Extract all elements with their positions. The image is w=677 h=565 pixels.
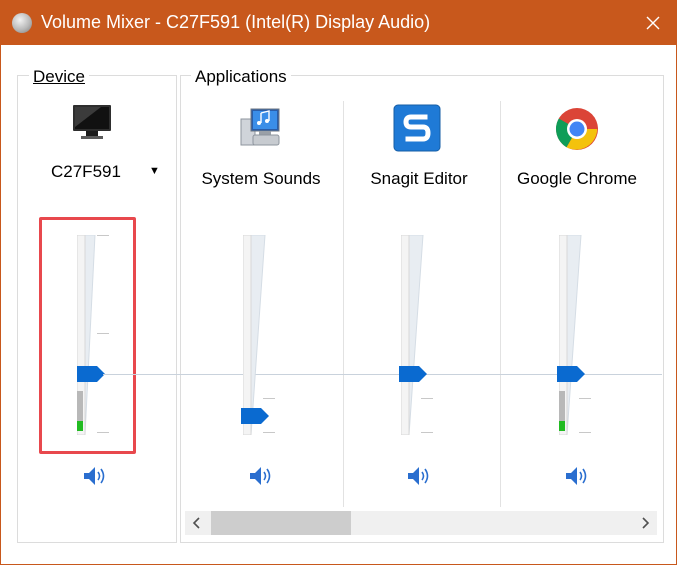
scroll-right-button[interactable] bbox=[633, 511, 657, 535]
close-icon bbox=[646, 16, 660, 30]
applications-group-label: Applications bbox=[191, 67, 291, 87]
slider-track bbox=[401, 235, 424, 435]
slider-tick bbox=[263, 398, 275, 399]
system-sounds-mute-button[interactable] bbox=[247, 463, 273, 489]
slider-tick bbox=[421, 432, 433, 433]
mixer-content: Device C27F591 ▼ Applications System Sou… bbox=[1, 45, 676, 564]
slider-thumb[interactable] bbox=[557, 366, 587, 382]
column-divider bbox=[500, 101, 501, 507]
scroll-thumb[interactable] bbox=[211, 511, 351, 535]
dropdown-icon: ▼ bbox=[149, 165, 160, 177]
peak-meter bbox=[559, 421, 565, 431]
slider-tick bbox=[421, 398, 433, 399]
device-mute-button[interactable] bbox=[81, 463, 107, 489]
app-name-snagit-editor: Snagit Editor bbox=[370, 169, 468, 188]
chrome-icon bbox=[555, 108, 598, 150]
close-button[interactable] bbox=[630, 1, 676, 45]
horizontal-scrollbar[interactable] bbox=[185, 511, 657, 535]
device-name: C27F591 bbox=[51, 162, 121, 181]
system-sounds-icon bbox=[240, 108, 280, 146]
chevron-left-icon bbox=[192, 517, 200, 529]
chrome-volume-slider[interactable] bbox=[557, 235, 619, 445]
device-select[interactable]: C27F591 ▼ bbox=[51, 162, 171, 182]
annotation-highlight-box bbox=[39, 217, 136, 454]
slider-thumb[interactable] bbox=[399, 366, 429, 382]
slider-tick bbox=[579, 398, 591, 399]
column-divider bbox=[343, 101, 344, 507]
app-name-google-chrome: Google Chrome bbox=[516, 169, 637, 188]
chevron-right-icon bbox=[642, 517, 650, 529]
slider-tick bbox=[263, 432, 275, 433]
volume-mixer-window: Volume Mixer - C27F591 (Intel(R) Display… bbox=[0, 0, 677, 565]
system-sounds-volume-slider[interactable] bbox=[241, 235, 303, 445]
snagit-volume-slider[interactable] bbox=[399, 235, 461, 445]
scroll-left-button[interactable] bbox=[185, 511, 209, 535]
slider-track bbox=[559, 235, 582, 435]
speaker-app-icon bbox=[12, 13, 32, 33]
chrome-mute-button[interactable] bbox=[563, 463, 589, 489]
slider-track bbox=[243, 235, 266, 435]
slider-thumb[interactable] bbox=[241, 408, 271, 424]
device-group-label: Device bbox=[29, 67, 89, 87]
snagit-icon bbox=[393, 104, 441, 152]
window-title: Volume Mixer - C27F591 (Intel(R) Display… bbox=[41, 12, 431, 32]
snagit-mute-button[interactable] bbox=[405, 463, 431, 489]
monitor-icon bbox=[73, 105, 111, 139]
app-name-system-sounds: System Sounds bbox=[201, 169, 321, 188]
slider-tick bbox=[579, 432, 591, 433]
title-bar[interactable]: Volume Mixer - C27F591 (Intel(R) Display… bbox=[1, 1, 676, 45]
